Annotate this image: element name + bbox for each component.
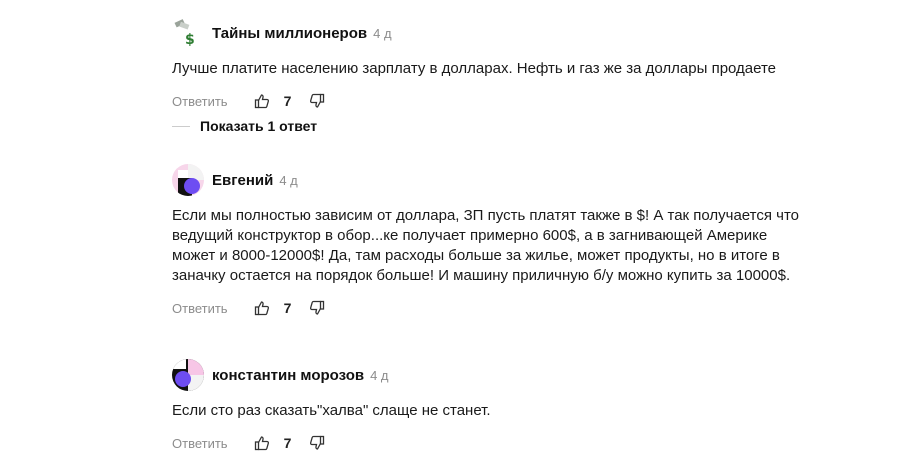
like-count: 7 <box>283 435 292 451</box>
comment-text: Лучше платите населению зарплату в долла… <box>172 60 777 77</box>
show-replies-button[interactable]: Показать 1 ответ <box>172 118 317 134</box>
svg-text:$: $ <box>185 32 195 48</box>
thread-line <box>172 125 190 127</box>
thumbs-down-icon[interactable] <box>309 93 325 109</box>
user-avatar-icon[interactable] <box>172 164 204 196</box>
author-name[interactable]: Тайны миллионеров <box>212 25 367 42</box>
thumbs-up-icon[interactable] <box>254 435 270 451</box>
comment-actions: Ответить 7 <box>172 298 832 318</box>
money-avatar-icon[interactable]: $ <box>172 17 204 49</box>
comment-2: Евгений 4 д Если мы полностью зависим от… <box>172 164 832 318</box>
show-replies-label: Показать 1 ответ <box>200 118 318 134</box>
user-avatar-icon[interactable] <box>172 359 204 391</box>
author-name[interactable]: константин морозов <box>212 367 364 384</box>
comment-text: Если сто раз сказать"халва" слаще не ста… <box>172 402 491 419</box>
comment-3: константин морозов 4 д Если сто раз сказ… <box>172 359 832 453</box>
author-name[interactable]: Евгений <box>212 172 273 189</box>
timestamp: 4 д <box>370 367 389 383</box>
comment-actions: Ответить 7 <box>172 433 832 453</box>
reply-button[interactable]: Ответить <box>172 301 228 316</box>
comment-actions: Ответить 7 <box>172 91 832 111</box>
comment-header: $ Тайны миллионеров 4 д <box>172 17 832 49</box>
thumbs-up-icon[interactable] <box>254 93 270 109</box>
comment-header: константин морозов 4 д <box>172 359 832 391</box>
reply-button[interactable]: Ответить <box>172 94 228 109</box>
like-count: 7 <box>283 93 292 109</box>
like-count: 7 <box>283 300 292 316</box>
comment-1: $ Тайны миллионеров 4 д Лучше платите на… <box>172 17 832 111</box>
thumbs-down-icon[interactable] <box>309 300 325 316</box>
timestamp: 4 д <box>279 172 298 188</box>
timestamp: 4 д <box>373 25 392 41</box>
reply-button[interactable]: Ответить <box>172 436 228 451</box>
thumbs-up-icon[interactable] <box>254 300 270 316</box>
comment-text: Если мы полностью зависим от доллара, ЗП… <box>172 207 800 284</box>
comment-header: Евгений 4 д <box>172 164 832 196</box>
thumbs-down-icon[interactable] <box>309 435 325 451</box>
